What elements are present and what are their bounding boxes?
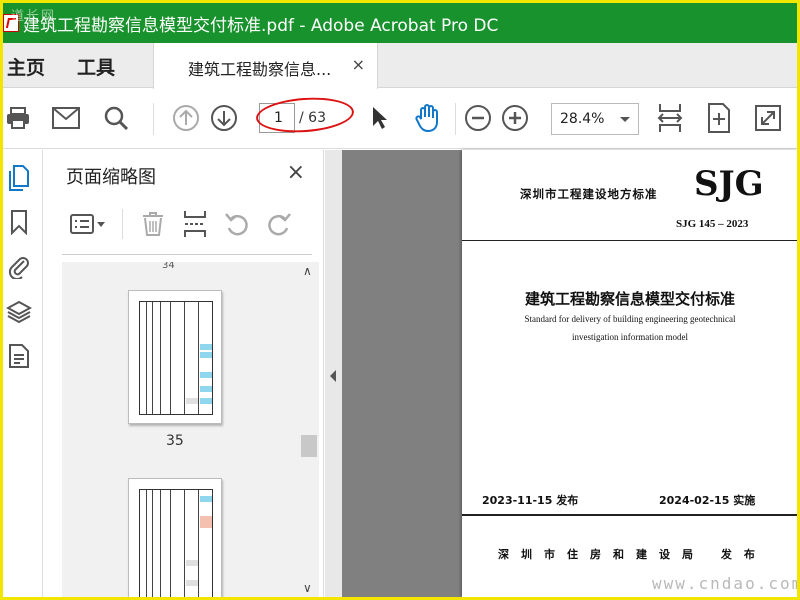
scroll-up-icon[interactable]: ∧ [303, 264, 312, 278]
thumbnail-toolbar [64, 203, 314, 247]
zoom-value: 28.4% [560, 111, 605, 127]
main-toolbar: 1 / 63 28.4% [3, 89, 797, 149]
acrobat-window: 建筑工程勘察信息模型交付标准.pdf - Adobe Acrobat Pro D… [3, 3, 797, 597]
zoom-in-icon[interactable] [500, 103, 530, 133]
title-bar: 建筑工程勘察信息模型交付标准.pdf - Adobe Acrobat Pro D… [3, 3, 797, 43]
document-title-zh: 建筑工程勘察信息模型交付标准 [524, 290, 735, 308]
print-icon[interactable] [3, 103, 33, 133]
watermark-url: www.cndao.com [652, 574, 797, 593]
nav-home[interactable]: 主页 [7, 53, 45, 80]
chevron-down-icon [620, 117, 630, 122]
nav-tools[interactable]: 工具 [77, 53, 115, 80]
page-up-icon[interactable] [171, 103, 201, 133]
pdf-page: 深圳市工程建设地方标准 SJG SJG 145 – 2023 建筑工程勘察信息模… [462, 150, 797, 597]
fit-page-icon[interactable] [704, 103, 734, 133]
collapse-arrow-icon [330, 370, 336, 382]
thumbnail-scrollbar[interactable]: ∧ ∨ [299, 262, 319, 597]
watermark-text: 道长网 [11, 9, 57, 24]
select-cursor-icon[interactable] [365, 103, 395, 133]
document-properties-icon[interactable] [5, 342, 33, 370]
standard-logo: SJG [694, 164, 764, 204]
page-thumbnails-panel: 页面缩略图 × 34 35 ∧ ∨ [44, 150, 324, 597]
tab-bar: 主页 工具 建筑工程勘察信息... × [3, 43, 797, 89]
issue-date: 2023-11-15 发布 [482, 494, 579, 507]
thumbnail-options-icon[interactable] [68, 209, 108, 239]
publisher: 深圳市住房和建设局 发布 [498, 548, 767, 561]
thumbnail-list: 34 35 [62, 262, 317, 597]
delete-page-icon[interactable] [138, 209, 168, 239]
thumbnail-page[interactable] [128, 478, 222, 597]
hand-tool-icon[interactable] [413, 103, 443, 133]
rotate-left-icon[interactable] [222, 209, 252, 239]
window-title: 建筑工程勘察信息模型交付标准.pdf - Adobe Acrobat Pro D… [23, 15, 499, 36]
page-thumbnails-icon[interactable] [5, 164, 33, 192]
rotate-right-icon[interactable] [264, 209, 294, 239]
scroll-down-icon[interactable]: ∨ [303, 581, 312, 595]
red-annotation-ellipse [254, 94, 356, 136]
navigation-rail [3, 150, 43, 597]
thumbnail-fragment-label: 34 [162, 262, 175, 271]
page-down-icon[interactable] [209, 103, 239, 133]
implement-date: 2024-02-15 实施 [659, 494, 756, 507]
bookmark-icon[interactable] [5, 208, 33, 236]
close-tab-icon[interactable]: × [352, 55, 365, 74]
document-tab-label: 建筑工程勘察信息... [188, 60, 332, 79]
search-icon[interactable] [101, 103, 131, 133]
close-panel-icon[interactable]: × [287, 160, 305, 185]
fullscreen-icon[interactable] [753, 103, 783, 133]
panel-title: 页面缩略图 [66, 167, 156, 188]
divider [462, 240, 797, 241]
extract-page-icon[interactable] [180, 209, 210, 239]
document-title-en-line1: Standard for delivery of building engine… [524, 314, 736, 324]
attachment-icon[interactable] [5, 252, 33, 280]
zoom-out-icon[interactable] [463, 103, 493, 133]
layers-icon[interactable] [5, 298, 33, 326]
scrollbar-thumb[interactable] [301, 435, 317, 457]
standard-code: SJG 145 – 2023 [676, 218, 749, 230]
fit-width-icon[interactable] [655, 103, 685, 133]
thumbnail-page[interactable] [128, 290, 222, 424]
standard-type: 深圳市工程建设地方标准 [520, 187, 658, 201]
divider [462, 514, 797, 516]
document-viewer: 深圳市工程建设地方标准 SJG SJG 145 – 2023 建筑工程勘察信息模… [342, 150, 797, 597]
document-tab[interactable]: 建筑工程勘察信息... × [153, 43, 378, 89]
document-title-en-line2: investigation information model [572, 332, 688, 342]
thumbnail-page-number: 35 [166, 433, 184, 449]
collapse-panel-handle[interactable] [325, 150, 342, 597]
email-icon[interactable] [51, 103, 81, 133]
zoom-select[interactable]: 28.4% [551, 103, 639, 135]
